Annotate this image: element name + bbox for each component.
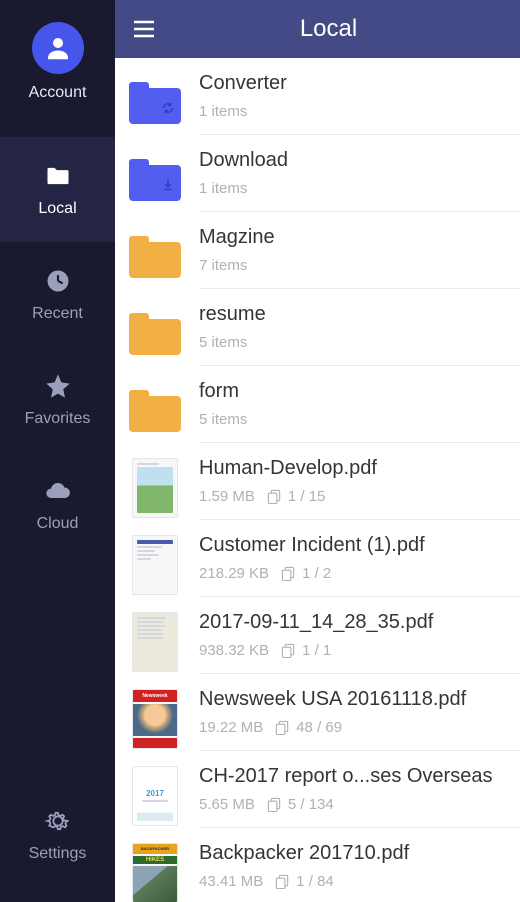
page-indicator: 5 / 134: [267, 796, 334, 813]
pages-icon: [275, 720, 290, 735]
item-count: 7 items: [199, 257, 247, 274]
thumbnail: BACKPACKERHIKES: [127, 845, 183, 901]
avatar: [32, 22, 84, 74]
folder-row[interactable]: form 5 items: [115, 366, 520, 443]
folder-row[interactable]: Converter 1 items: [115, 58, 520, 135]
folder-icon: [129, 390, 181, 432]
file-name: form: [199, 380, 520, 403]
gear-icon: [44, 807, 72, 835]
sidebar-item-favorites[interactable]: Favorites: [0, 347, 115, 452]
file-name: Converter: [199, 72, 520, 95]
pages-icon: [267, 797, 282, 812]
thumbnail: [127, 229, 183, 285]
pages-icon: [275, 874, 290, 889]
sidebar-item-cloud[interactable]: Cloud: [0, 452, 115, 557]
sidebar-item-settings[interactable]: Settings: [0, 782, 115, 887]
page-indicator: 1 / 2: [281, 565, 331, 582]
thumbnail: [127, 460, 183, 516]
file-name: Backpacker 201710.pdf: [199, 842, 520, 865]
folder-row[interactable]: Download 1 items: [115, 135, 520, 212]
file-row[interactable]: 2017 CH-2017 report o...ses Overseas 5.65 …: [115, 751, 520, 828]
star-icon: [44, 372, 72, 400]
thumbnail: Newsweek: [127, 691, 183, 747]
sidebar-item-label: Favorites: [25, 410, 91, 428]
file-size: 5.65 MB: [199, 796, 255, 813]
sidebar-item-label: Local: [38, 200, 76, 218]
file-row[interactable]: BACKPACKERHIKES Backpacker 201710.pdf 43.4…: [115, 828, 520, 902]
file-size: 19.22 MB: [199, 719, 263, 736]
file-row[interactable]: Human-Develop.pdf 1.59 MB 1 / 15: [115, 443, 520, 520]
pages-icon: [267, 489, 282, 504]
thumbnail: [127, 152, 183, 208]
folder-icon: [129, 236, 181, 278]
file-size: 43.41 MB: [199, 873, 263, 890]
pages-icon: [281, 643, 296, 658]
topbar: Local: [115, 0, 520, 58]
thumbnail: [127, 614, 183, 670]
sidebar-item-recent[interactable]: Recent: [0, 242, 115, 347]
file-name: Customer Incident (1).pdf: [199, 534, 520, 557]
file-name: Magzine: [199, 226, 520, 249]
page-indicator: 48 / 69: [275, 719, 342, 736]
item-count: 5 items: [199, 334, 247, 351]
item-count: 5 items: [199, 411, 247, 428]
thumbnail: [127, 75, 183, 131]
sidebar-item-label: Recent: [32, 305, 83, 323]
person-icon: [43, 33, 73, 63]
sidebar-items: Local Recent Favorites Cloud Settings: [0, 137, 115, 902]
sidebar-item-label: Cloud: [37, 515, 79, 533]
settings-label: Settings: [29, 845, 87, 863]
file-name: Newsweek USA 20161118.pdf: [199, 688, 520, 711]
pages-icon: [281, 566, 296, 581]
file-row[interactable]: Newsweek Newsweek USA 20161118.pdf 19.22 M…: [115, 674, 520, 751]
item-count: 1 items: [199, 103, 247, 120]
page-indicator: 1 / 1: [281, 642, 331, 659]
file-name: CH-2017 report o...ses Overseas: [199, 765, 520, 788]
file-size: 938.32 KB: [199, 642, 269, 659]
folder-icon: [129, 313, 181, 355]
main-panel: Local Converter 1 items Download 1 items Mag…: [115, 0, 520, 902]
file-name: Download: [199, 149, 520, 172]
page-indicator: 1 / 15: [267, 488, 326, 505]
page-title: Local: [149, 15, 508, 43]
file-name: 2017-09-11_14_28_35.pdf: [199, 611, 520, 634]
file-size: 218.29 KB: [199, 565, 269, 582]
account-section[interactable]: Account: [29, 22, 87, 102]
thumbnail: [127, 537, 183, 593]
folder-row[interactable]: resume 5 items: [115, 289, 520, 366]
thumbnail: [127, 383, 183, 439]
sidebar: Account Local Recent Favorites Cloud Set…: [0, 0, 115, 902]
folder-icon: [129, 82, 181, 124]
folder-icon: [44, 162, 72, 190]
file-row[interactable]: Customer Incident (1).pdf 218.29 KB 1 / 2: [115, 520, 520, 597]
file-row[interactable]: 2017-09-11_14_28_35.pdf 938.32 KB 1 / 1: [115, 597, 520, 674]
file-list[interactable]: Converter 1 items Download 1 items Magzine 7 …: [115, 58, 520, 902]
account-label: Account: [29, 84, 87, 102]
folder-icon: [129, 159, 181, 201]
file-name: resume: [199, 303, 520, 326]
sidebar-item-local[interactable]: Local: [0, 137, 115, 242]
file-size: 1.59 MB: [199, 488, 255, 505]
thumbnail: [127, 306, 183, 362]
clock-icon: [44, 267, 72, 295]
cloud-icon: [44, 477, 72, 505]
file-name: Human-Develop.pdf: [199, 457, 520, 480]
thumbnail: 2017: [127, 768, 183, 824]
folder-row[interactable]: Magzine 7 items: [115, 212, 520, 289]
page-indicator: 1 / 84: [275, 873, 334, 890]
item-count: 1 items: [199, 180, 247, 197]
